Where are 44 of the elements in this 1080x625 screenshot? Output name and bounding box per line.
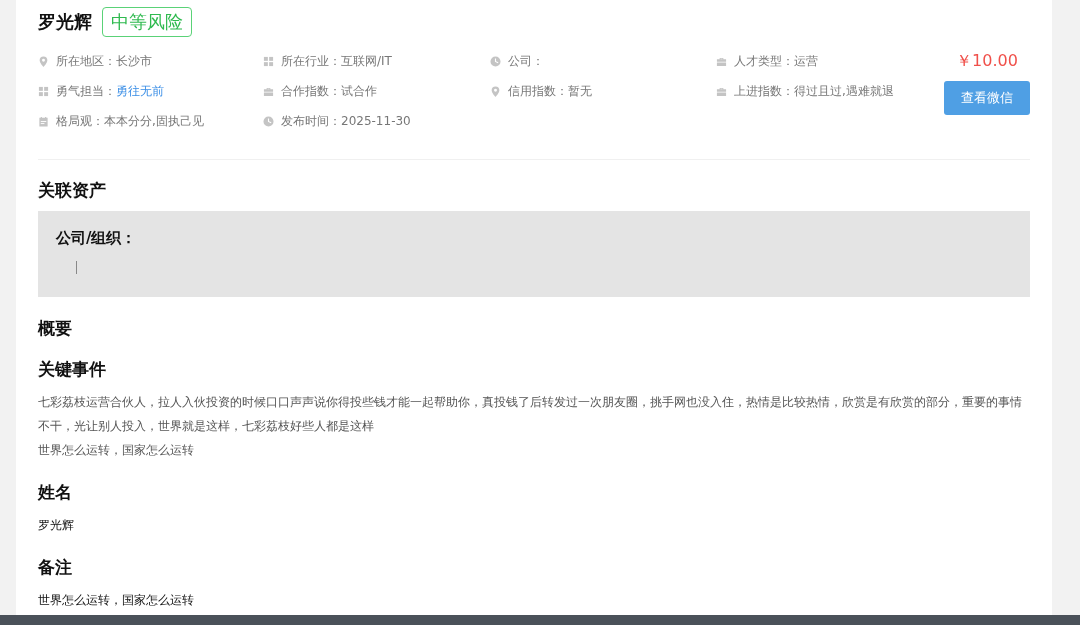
briefcase-icon <box>716 85 727 97</box>
info-label: 格局观： <box>56 112 104 130</box>
info-value: 暂无 <box>568 82 592 100</box>
info-link[interactable]: 勇往无前 <box>116 82 164 100</box>
section-heading: 姓名 <box>38 481 73 503</box>
clock-icon <box>263 115 274 127</box>
location-pin-icon <box>490 85 501 97</box>
paragraph: 世界怎么运转，国家怎么运转 <box>38 592 195 609</box>
section-heading: 关键事件 <box>38 358 107 380</box>
info-label: 公司： <box>508 52 544 70</box>
person-name: 罗光辉 <box>38 10 92 34</box>
info-value: 长沙市 <box>116 52 152 70</box>
risk-badge: 中等风险 <box>102 7 192 37</box>
section-heading: 关联资产 <box>38 179 107 201</box>
info-label: 上进指数： <box>734 82 794 100</box>
paragraph: 七彩荔枝运营合伙人，拉人入伙投资的时候口口声声说你得投些钱才能一起帮助你，真投钱了后转发过一次朋友圈，挑手网也没入住，热情是比较热情，欣赏是有欣赏的部分，重要的事情不干，光让别人投入，世界就是这样，七彩荔枝好些人都是这样 <box>38 394 1023 435</box>
location-pin-icon <box>38 55 49 67</box>
info-label: 信用指数： <box>508 82 568 100</box>
price-text: ￥10.00 <box>956 51 1018 71</box>
section-heading: 概要 <box>38 317 73 339</box>
info-label: 所在行业： <box>281 52 341 70</box>
view-wechat-button[interactable]: 查看微信 <box>944 81 1030 115</box>
briefcase-icon <box>263 85 274 97</box>
panel-label: 公司/组织： <box>56 228 138 248</box>
paragraph: 罗光辉 <box>38 517 75 534</box>
calendar-icon <box>38 115 49 127</box>
grid-icon <box>263 55 274 67</box>
section-heading: 备注 <box>38 556 73 578</box>
info-value: 运营 <box>794 52 818 70</box>
text-cursor <box>76 261 77 274</box>
clock-icon <box>490 55 501 67</box>
info-value: 得过且过,遇难就退 <box>794 82 894 100</box>
info-value: 2025-11-30 <box>341 114 411 128</box>
info-label: 人才类型： <box>734 52 794 70</box>
info-label: 勇气担当： <box>56 82 116 100</box>
paragraph: 世界怎么运转，国家怎么运转 <box>38 442 195 459</box>
info-value: 试合作 <box>341 82 377 100</box>
grid-icon <box>38 85 49 97</box>
info-value: 互联网/IT <box>341 52 392 70</box>
info-label: 发布时间： <box>281 112 341 130</box>
info-value: 本本分分,固执己见 <box>104 112 204 130</box>
briefcase-icon <box>716 55 727 67</box>
info-label: 合作指数： <box>281 82 341 100</box>
info-label: 所在地区： <box>56 52 116 70</box>
